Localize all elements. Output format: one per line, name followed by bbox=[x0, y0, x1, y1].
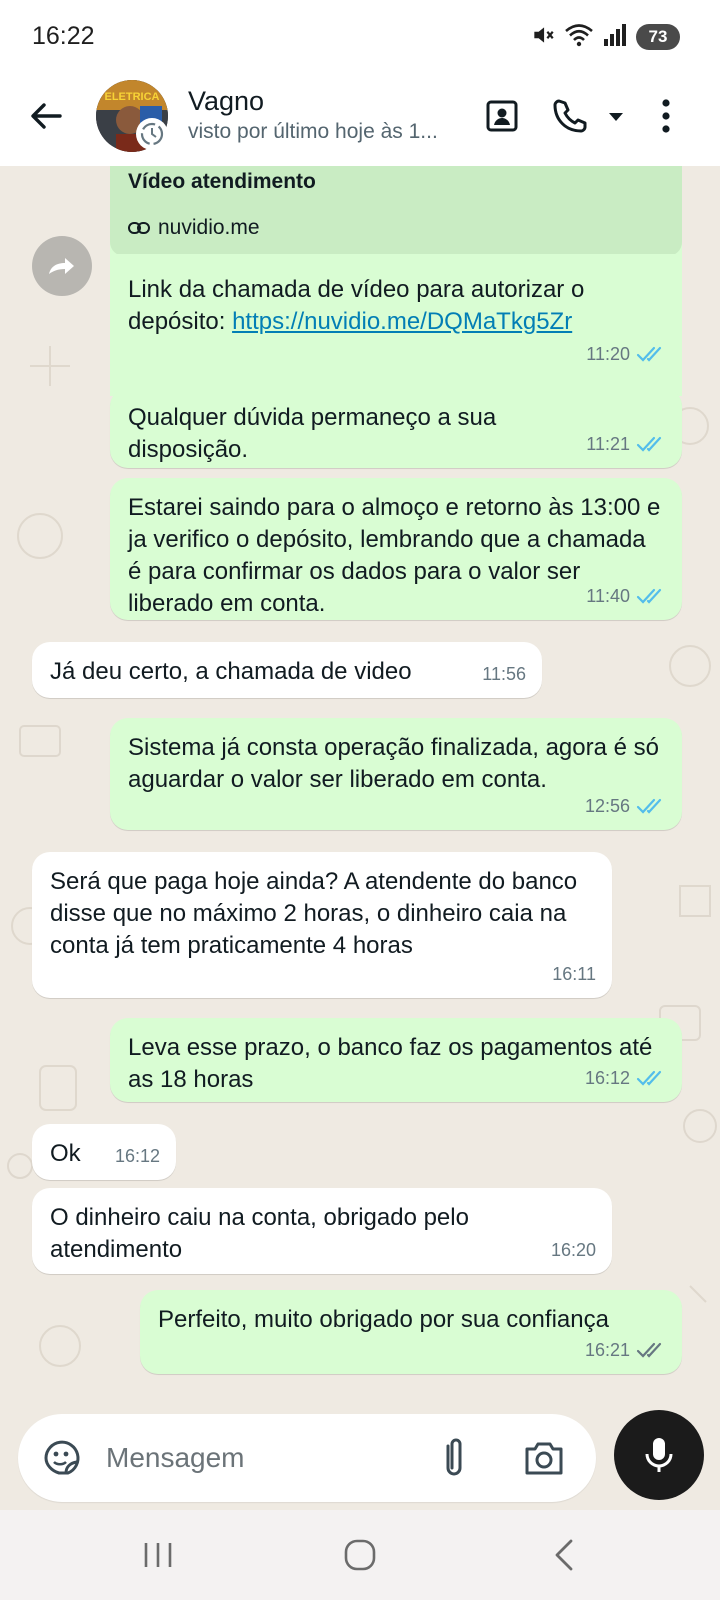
microphone-icon bbox=[645, 1438, 673, 1472]
message-time: 11:20 bbox=[586, 344, 630, 364]
status-bar: 16:22 73 bbox=[0, 0, 720, 72]
message-time: 11:40 bbox=[586, 586, 630, 606]
message-bubble-5[interactable]: Sistema já consta operação finalizada, a… bbox=[110, 718, 682, 830]
message-text: Já deu certo, a chamada de video bbox=[50, 658, 412, 685]
recent-apps-icon bbox=[144, 1543, 172, 1567]
message-input-bar bbox=[0, 1410, 720, 1510]
message-meta: 11:21 bbox=[586, 428, 666, 460]
link-preview-title: Vídeo atendimento bbox=[128, 170, 316, 193]
message-input[interactable] bbox=[106, 1436, 426, 1480]
message-input-pill bbox=[18, 1414, 596, 1502]
system-nav-bar bbox=[0, 1510, 720, 1600]
link-preview-url-text: nuvidio.me bbox=[158, 216, 260, 239]
message-meta: 16:12 bbox=[585, 1062, 666, 1094]
message-meta: 16:11 bbox=[552, 958, 596, 990]
message-meta: 12:56 bbox=[585, 790, 666, 822]
back-button[interactable] bbox=[22, 92, 70, 140]
message-bubble-7[interactable]: Leva esse prazo, o banco faz os pagament… bbox=[110, 1018, 682, 1102]
message-bubble-1[interactable]: Link da chamada de vídeo para autorizar … bbox=[110, 254, 682, 378]
message-bubble-6[interactable]: Será que paga hoje ainda? A atendente do… bbox=[32, 852, 612, 998]
phone-icon bbox=[553, 99, 587, 133]
message-bubble-10[interactable]: Perfeito, muito obrigado por sua confian… bbox=[140, 1290, 682, 1374]
arrow-left-icon bbox=[31, 103, 62, 129]
message-meta: 16:12 bbox=[115, 1140, 160, 1172]
more-options-button[interactable] bbox=[646, 92, 686, 140]
sticker-icon bbox=[44, 1440, 80, 1475]
emoji-sticker-button[interactable] bbox=[40, 1436, 84, 1480]
message-text: Sistema já consta operação finalizada, a… bbox=[128, 734, 666, 793]
camera-icon bbox=[525, 1442, 563, 1475]
message-text: Estarei saindo para o almoço e retorno à… bbox=[128, 494, 667, 617]
read-receipt-icon bbox=[636, 346, 662, 362]
contact-card-button[interactable] bbox=[478, 92, 526, 140]
wifi-icon bbox=[564, 22, 594, 53]
message-meta: 16:20 bbox=[551, 1234, 596, 1266]
home-icon bbox=[344, 1539, 376, 1571]
message-text: Será que paga hoje ainda? A atendente do… bbox=[50, 868, 584, 959]
message-bubble-3[interactable]: Estarei saindo para o almoço e retorno à… bbox=[110, 478, 682, 620]
read-receipt-icon bbox=[636, 588, 662, 604]
attach-button[interactable] bbox=[432, 1434, 476, 1482]
message-time: 11:56 bbox=[482, 664, 526, 684]
read-receipt-icon bbox=[636, 798, 662, 814]
voice-call-button[interactable] bbox=[546, 92, 594, 140]
message-time: 12:56 bbox=[584, 796, 630, 816]
camera-button[interactable] bbox=[520, 1434, 568, 1482]
caret-down-icon bbox=[609, 113, 623, 121]
message-text: Perfeito, muito obrigado por sua confian… bbox=[158, 1306, 609, 1333]
contact-last-seen: visto por último hoje às 1... bbox=[188, 120, 438, 143]
chevron-left-icon bbox=[555, 1539, 573, 1571]
read-receipt-icon bbox=[636, 436, 662, 452]
call-options-dropdown[interactable] bbox=[600, 92, 632, 140]
message-bubble-8[interactable]: Ok 16:12 bbox=[32, 1124, 176, 1180]
message-time: 16:20 bbox=[550, 1240, 596, 1260]
voice-record-button[interactable] bbox=[614, 1410, 704, 1500]
message-text: Leva esse prazo, o banco faz os pagament… bbox=[128, 1034, 660, 1093]
paperclip-icon bbox=[446, 1438, 462, 1476]
message-meta: 11:40 bbox=[586, 580, 666, 612]
read-receipt-icon bbox=[636, 1070, 662, 1086]
status-icons: 73 bbox=[530, 22, 680, 52]
message-text: Link da chamada de vídeo para autorizar … bbox=[128, 274, 664, 338]
message-time: 11:21 bbox=[586, 434, 630, 454]
message-bubble-2[interactable]: Qualquer dúvida permaneço a sua disposiç… bbox=[110, 388, 682, 468]
nav-back-button[interactable] bbox=[534, 1530, 594, 1580]
contact-name[interactable]: Vagno bbox=[188, 86, 264, 117]
message-text: Qualquer dúvida permaneço a sua disposiç… bbox=[128, 404, 503, 463]
forward-icon bbox=[49, 258, 74, 274]
message-time: 16:12 bbox=[114, 1146, 160, 1166]
recent-apps-button[interactable] bbox=[128, 1530, 188, 1580]
forward-button[interactable] bbox=[32, 236, 92, 296]
message-bubble-4[interactable]: Já deu certo, a chamada de video 11:56 bbox=[32, 642, 542, 698]
delivered-receipt-icon bbox=[636, 1342, 662, 1358]
chat-area[interactable]: Vídeo atendimento nuvidio.me Link da cha… bbox=[0, 166, 720, 1410]
battery-indicator: 73 bbox=[636, 24, 680, 50]
message-time: 16:21 bbox=[584, 1340, 630, 1360]
home-button[interactable] bbox=[330, 1530, 390, 1580]
avatar-badge-text: ELETRICA bbox=[105, 91, 160, 103]
status-time: 16:22 bbox=[32, 22, 95, 50]
message-time: 16:11 bbox=[552, 964, 596, 984]
chat-header: ELETRICA Vagno visto por último hoje às … bbox=[0, 72, 720, 166]
more-vertical-icon bbox=[662, 99, 670, 133]
message-meta: 11:56 bbox=[482, 658, 526, 690]
message-meta: 11:20 bbox=[586, 338, 666, 370]
contact-book-icon bbox=[486, 100, 518, 132]
mute-icon bbox=[530, 22, 556, 53]
link-icon bbox=[128, 222, 150, 234]
message-time: 16:12 bbox=[584, 1068, 630, 1088]
message-link[interactable]: https://nuvidio.me/DQMaTkg5Zr bbox=[232, 308, 572, 335]
message-meta: 16:21 bbox=[585, 1334, 666, 1366]
signal-icon bbox=[602, 23, 628, 52]
message-text: O dinheiro caiu na conta, obrigado pelo … bbox=[50, 1204, 476, 1263]
status-ring-icon bbox=[136, 118, 168, 150]
link-preview-card[interactable]: Vídeo atendimento nuvidio.me bbox=[110, 166, 682, 256]
link-preview-url: nuvidio.me bbox=[128, 216, 260, 240]
message-bubble-9[interactable]: O dinheiro caiu na conta, obrigado pelo … bbox=[32, 1188, 612, 1274]
